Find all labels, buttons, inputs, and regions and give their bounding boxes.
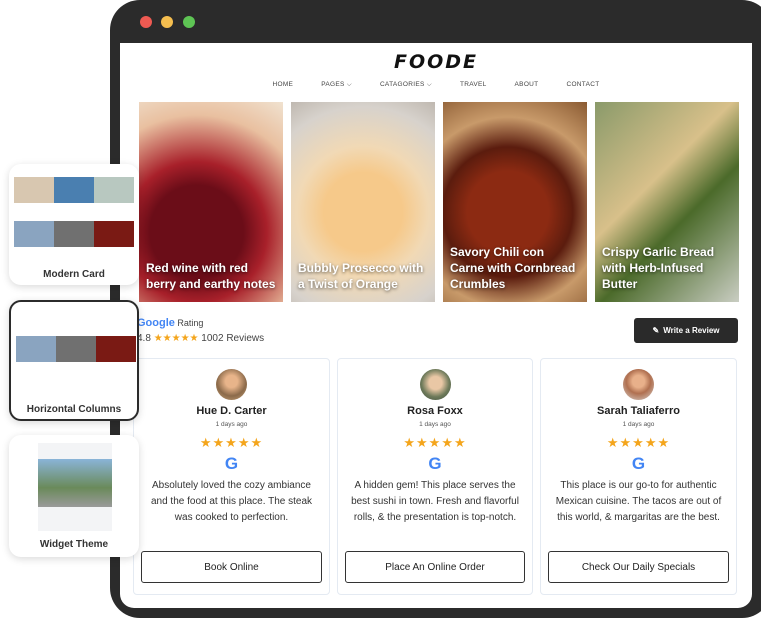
review-text: This place is our go-to for authentic Me… (555, 480, 722, 523)
food-tile[interactable]: Savory Chili con Carne with Cornbread Cr… (443, 102, 587, 302)
main-nav: HOME PAGES ⌵ CATAGORIES ⌵ TRAVEL ABOUT C… (120, 81, 752, 89)
google-icon: G (631, 454, 646, 473)
tile-caption: Red wine with red berry and earthy notes (146, 261, 276, 291)
avatar (216, 369, 247, 400)
layout-option-modern-card[interactable]: Modern Card (9, 164, 139, 285)
review-date: 1 days ago (419, 421, 451, 428)
layout-option-widget-theme[interactable]: Widget Theme (9, 435, 139, 557)
rating-score: 4.8 (137, 333, 151, 344)
review-date: 1 days ago (215, 421, 248, 428)
tile-caption: Crispy Garlic Bread with Herb-Infused Bu… (602, 245, 715, 291)
review-count[interactable]: 1002 Reviews (201, 333, 264, 344)
food-tile[interactable]: Crispy Garlic Bread with Herb-Infused Bu… (595, 102, 739, 302)
review-text: Absolutely loved the cozy ambiance and t… (150, 480, 313, 523)
review-date: 1 days ago (622, 421, 655, 428)
thumbnail (94, 221, 134, 247)
nav-contact[interactable]: CONTACT (566, 81, 599, 89)
thumbnail (54, 221, 94, 247)
review-stars: ★★★★★ (403, 435, 467, 450)
maximize-dot[interactable] (183, 16, 195, 28)
layout-option-horizontal-columns[interactable]: Horizontal Columns (9, 300, 139, 421)
review-stars: ★★★★★ (606, 435, 671, 450)
daily-specials-button[interactable]: Check Our Daily Specials (548, 551, 729, 583)
nav-pages[interactable]: PAGES ⌵ (321, 81, 352, 89)
review-stars: ★★★★★ (199, 435, 264, 450)
thumbnail (14, 221, 54, 247)
website-screen: FOODE HOME PAGES ⌵ CATAGORIES ⌵ TRAVEL A… (120, 43, 752, 608)
tile-caption: Savory Chili con Carne with Cornbread Cr… (450, 245, 576, 291)
close-dot[interactable] (140, 16, 152, 28)
thumbnail (94, 177, 134, 203)
minimize-dot[interactable] (161, 16, 173, 28)
pencil-icon: ✎ (652, 326, 660, 335)
widget-preview (38, 443, 112, 531)
layout-label: Widget Theme (39, 539, 109, 550)
tile-caption: Bubbly Prosecco with a Twist of Orange (298, 261, 424, 291)
thumbnail (54, 177, 94, 203)
thumbnail (56, 336, 96, 362)
thumbnail (38, 459, 112, 507)
thumbnail (96, 336, 136, 362)
google-rating: Google Rating 4.8 ★★★★★ 1002 Reviews (137, 317, 264, 344)
write-review-label: Write a Review (663, 326, 720, 335)
avatar (623, 369, 654, 400)
thumbnail (14, 177, 54, 203)
thumbnail (16, 336, 56, 362)
layout-label: Modern Card (43, 269, 105, 280)
nav-about[interactable]: ABOUT (515, 81, 539, 89)
nav-categories[interactable]: CATAGORIES ⌵ (380, 81, 432, 89)
google-logo: Google (137, 317, 175, 329)
nav-home[interactable]: HOME (272, 81, 293, 89)
review-card: Rosa Foxx 1 days ago ★★★★★ G A hidden ge… (337, 358, 533, 595)
reviewer-name: Rosa Foxx (407, 405, 463, 417)
google-icon: G (224, 454, 239, 473)
reviewer-name: Hue D. Carter (196, 405, 267, 417)
book-online-button[interactable]: Book Online (141, 551, 322, 583)
avatar (419, 369, 451, 400)
food-tile[interactable]: Bubbly Prosecco with a Twist of Orange (291, 102, 435, 302)
review-card: Hue D. Carter 1 days ago ★★★★★ G Absolut… (133, 358, 330, 595)
write-review-button[interactable]: ✎ Write a Review (634, 318, 738, 343)
food-tile[interactable]: Red wine with red berry and earthy notes (139, 102, 283, 302)
place-order-button[interactable]: Place An Online Order (345, 551, 525, 583)
site-logo[interactable]: FOODE (120, 51, 752, 73)
rating-stars: ★★★★★ (153, 333, 199, 344)
nav-travel[interactable]: TRAVEL (460, 81, 487, 89)
layout-label: Horizontal Columns (26, 404, 122, 415)
reviewer-name: Sarah Taliaferro (597, 405, 680, 417)
rating-label: Rating (177, 318, 204, 328)
google-icon: G (428, 454, 442, 473)
review-text: A hidden gem! This place serves the best… (351, 480, 519, 523)
review-card: Sarah Taliaferro 1 days ago ★★★★★ G This… (540, 358, 737, 595)
